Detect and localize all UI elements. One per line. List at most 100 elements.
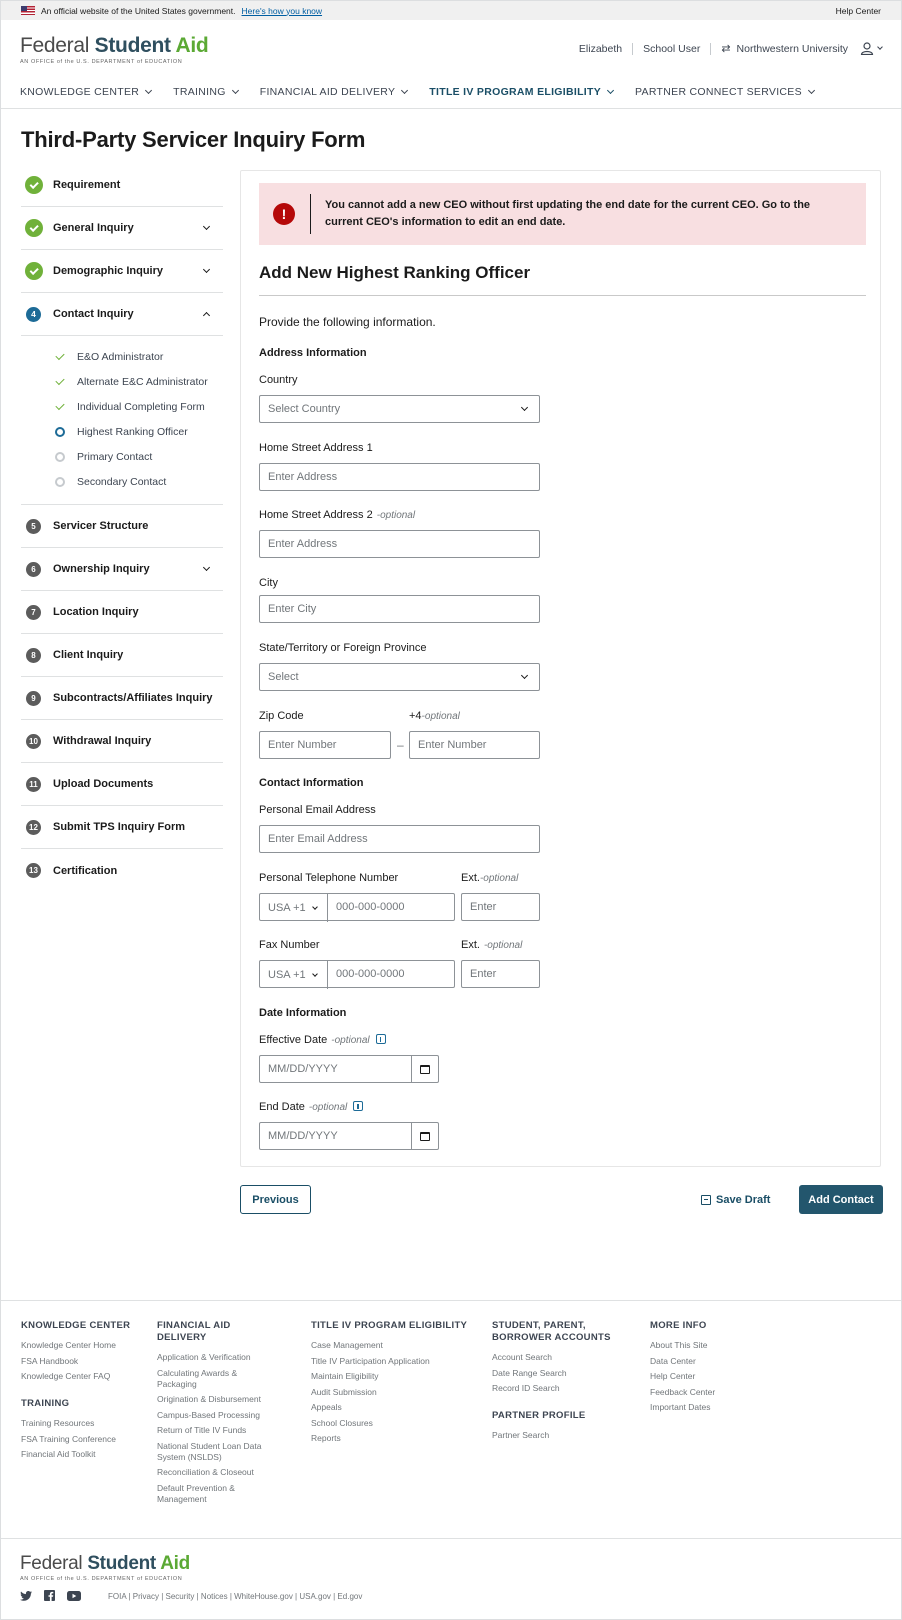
alert-divider bbox=[310, 194, 311, 234]
chevron-up-icon[interactable] bbox=[202, 311, 211, 320]
youtube-icon[interactable] bbox=[67, 1590, 81, 1601]
footer-link[interactable]: Record ID Search bbox=[492, 1383, 622, 1394]
footer-link[interactable]: Maintain Eligibility bbox=[311, 1371, 481, 1382]
user-name[interactable]: Elizabeth bbox=[579, 43, 622, 55]
footer-link[interactable]: FSA Handbook bbox=[21, 1356, 141, 1367]
info-icon[interactable] bbox=[353, 1101, 364, 1111]
street1-label: Home Street Address 1 bbox=[259, 442, 373, 454]
footer-link[interactable]: Case Management bbox=[311, 1340, 481, 1351]
chevron-down-icon[interactable] bbox=[202, 222, 211, 231]
nav-training[interactable]: TRAINING bbox=[173, 86, 239, 98]
footer-link[interactable]: About This Site bbox=[650, 1340, 770, 1351]
footer-link[interactable]: Title IV Participation Application bbox=[311, 1356, 481, 1367]
help-center-link[interactable]: Help Center bbox=[836, 6, 881, 16]
footer-link[interactable]: Reports bbox=[311, 1433, 481, 1444]
footer-link[interactable]: Knowledge Center Home bbox=[21, 1340, 141, 1351]
fax-country-select[interactable]: USA +1 bbox=[260, 961, 328, 989]
substep-secondary-contact[interactable]: Secondary Contact bbox=[21, 469, 223, 494]
user-menu-icon[interactable] bbox=[860, 42, 883, 55]
footer-link[interactable]: National Student Loan Data System (NSLDS… bbox=[157, 1441, 277, 1463]
footer-link[interactable]: Campus-Based Processing bbox=[157, 1410, 277, 1421]
fsa-logo[interactable]: Federal Student Aid AN OFFICE of the U.S… bbox=[20, 34, 209, 65]
nav-title-iv-program-eligibility[interactable]: TITLE IV PROGRAM ELIGIBILITY bbox=[429, 86, 615, 98]
optional-tag: -optional bbox=[376, 510, 416, 521]
chevron-down-icon[interactable] bbox=[202, 265, 211, 274]
substep-alternate-administrator[interactable]: Alternate E&C Administrator bbox=[21, 369, 223, 394]
chevron-down-icon[interactable] bbox=[202, 563, 211, 572]
twitter-icon[interactable] bbox=[20, 1590, 32, 1601]
email-input[interactable]: Enter Email Address bbox=[259, 825, 540, 853]
previous-button[interactable]: Previous bbox=[240, 1185, 311, 1214]
step-number-badge: 13 bbox=[26, 863, 41, 878]
step-location-inquiry[interactable]: 7 Location Inquiry bbox=[21, 591, 223, 634]
footer-link[interactable]: Date Range Search bbox=[492, 1368, 622, 1379]
nav-financial-aid-delivery[interactable]: FINANCIAL AID DELIVERY bbox=[260, 86, 409, 98]
country-select[interactable]: Select Country bbox=[259, 395, 540, 423]
footer-link[interactable]: Feedback Center bbox=[650, 1387, 770, 1398]
street2-input[interactable]: Enter Address bbox=[259, 530, 540, 558]
step-client-inquiry[interactable]: 8 Client Inquiry bbox=[21, 634, 223, 677]
facebook-icon[interactable] bbox=[44, 1590, 55, 1601]
step-submit-tps-inquiry-form[interactable]: 12 Submit TPS Inquiry Form bbox=[21, 806, 223, 849]
footer-link[interactable]: Account Search bbox=[492, 1352, 622, 1363]
plus4-input[interactable]: Enter Number bbox=[409, 731, 540, 759]
footer-link[interactable]: Reconciliation & Closeout bbox=[157, 1467, 277, 1478]
step-number-badge: 5 bbox=[26, 518, 41, 534]
fax-input[interactable]: USA +1 000-000-0000 bbox=[259, 960, 455, 989]
ext-input[interactable]: Enter bbox=[461, 893, 540, 921]
step-contact-inquiry[interactable]: 4 Contact Inquiry bbox=[21, 293, 223, 336]
footer-link[interactable]: Default Prevention & Management bbox=[157, 1483, 277, 1505]
footer-link[interactable]: Important Dates bbox=[650, 1402, 770, 1413]
nav-partner-connect-services[interactable]: PARTNER CONNECT SERVICES bbox=[635, 86, 815, 98]
footer-link[interactable]: Training Resources bbox=[21, 1418, 141, 1429]
calendar-button[interactable] bbox=[411, 1123, 438, 1149]
step-certification[interactable]: 13 Certification bbox=[21, 849, 223, 892]
footer-link[interactable]: Origination & Disbursement bbox=[157, 1394, 277, 1405]
step-general-inquiry[interactable]: General Inquiry bbox=[21, 207, 223, 250]
heres-how-you-know-link[interactable]: Here's how you know bbox=[242, 6, 323, 16]
substep-eo-administrator[interactable]: E&O Administrator bbox=[21, 344, 223, 369]
street1-input[interactable]: Enter Address bbox=[259, 463, 540, 491]
footer-link[interactable]: Return of Title IV Funds bbox=[157, 1425, 277, 1436]
footer-link[interactable]: Partner Search bbox=[492, 1430, 622, 1441]
footer-bottom-links[interactable]: FOIA | Privacy | Security | Notices | Wh… bbox=[108, 1592, 362, 1601]
footer-link[interactable]: Financial Aid Toolkit bbox=[21, 1449, 141, 1460]
info-icon[interactable] bbox=[375, 1034, 386, 1044]
footer-link[interactable]: Appeals bbox=[311, 1402, 481, 1413]
city-input[interactable]: Enter City bbox=[259, 595, 540, 623]
step-requirement[interactable]: Requirement bbox=[21, 164, 223, 207]
zip-input[interactable]: Enter Number bbox=[259, 731, 391, 759]
step-demographic-inquiry[interactable]: Demographic Inquiry bbox=[21, 250, 223, 293]
footer-link[interactable]: School Closures bbox=[311, 1418, 481, 1429]
step-withdrawal-inquiry[interactable]: 10 Withdrawal Inquiry bbox=[21, 720, 223, 763]
calendar-button[interactable] bbox=[411, 1056, 438, 1082]
step-upload-documents[interactable]: 11 Upload Documents bbox=[21, 763, 223, 806]
step-ownership-inquiry[interactable]: 6 Ownership Inquiry bbox=[21, 548, 223, 591]
phone-input[interactable]: USA +1 000-000-0000 bbox=[259, 893, 455, 922]
fax-ext-input[interactable]: Enter bbox=[461, 960, 540, 988]
state-select[interactable]: Select bbox=[259, 663, 540, 691]
substep-highest-ranking-officer[interactable]: Highest Ranking Officer bbox=[21, 419, 223, 444]
substep-individual-completing-form[interactable]: Individual Completing Form bbox=[21, 394, 223, 419]
footer-link[interactable]: Help Center bbox=[650, 1371, 770, 1382]
nav-knowledge-center[interactable]: KNOWLEDGE CENTER bbox=[20, 86, 153, 98]
footer-link[interactable]: Audit Submission bbox=[311, 1387, 481, 1398]
footer-link[interactable]: Calculating Awards & Packaging bbox=[157, 1368, 277, 1390]
step-number-badge: 11 bbox=[26, 776, 41, 792]
footer-link[interactable]: FSA Training Conference bbox=[21, 1434, 141, 1445]
footer-link[interactable]: Knowledge Center FAQ bbox=[21, 1371, 141, 1382]
end-date-input[interactable]: MM/DD/YYYY bbox=[259, 1122, 439, 1150]
add-contact-button[interactable]: Add Contact bbox=[799, 1185, 883, 1214]
step-servicer-structure[interactable]: 5 Servicer Structure bbox=[21, 505, 223, 548]
school-name[interactable]: Northwestern University bbox=[737, 43, 848, 55]
footer-link[interactable]: Application & Verification bbox=[157, 1352, 277, 1363]
swap-icon[interactable]: ⇄ bbox=[721, 42, 730, 55]
substep-primary-contact[interactable]: Primary Contact bbox=[21, 444, 223, 469]
effective-date-input[interactable]: MM/DD/YYYY bbox=[259, 1055, 439, 1083]
phone-country-select[interactable]: USA +1 bbox=[260, 894, 328, 922]
save-draft-button[interactable]: Save Draft bbox=[701, 1185, 770, 1214]
step-subcontracts-affiliates-inquiry[interactable]: 9 Subcontracts/Affiliates Inquiry bbox=[21, 677, 223, 720]
footer-link[interactable]: Data Center bbox=[650, 1356, 770, 1367]
header-divider bbox=[1, 108, 901, 109]
footer-logo[interactable]: Federal Student Aid AN OFFICE of the U.S… bbox=[20, 1553, 190, 1582]
